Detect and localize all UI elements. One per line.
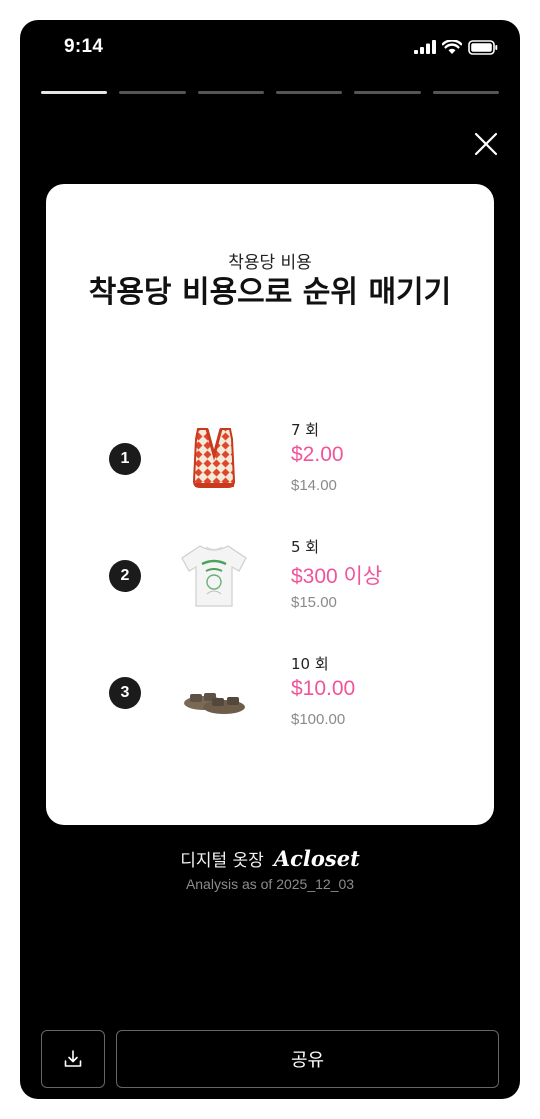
knit-vest-image (192, 428, 236, 488)
status-bar: 9:14 (20, 20, 520, 76)
rank-number: 1 (109, 443, 141, 475)
cost-per-wear: $2.00 (291, 443, 344, 466)
wear-count: 5 회 (291, 538, 320, 556)
progress-segment (275, 91, 343, 94)
share-button[interactable]: 공유 (116, 1030, 499, 1088)
rank-item[interactable]: 2 5 회 $300 이상 $15.00 (46, 536, 494, 616)
item-price: $14.00 (291, 477, 337, 494)
progress-segment (432, 91, 499, 94)
download-icon (64, 1050, 82, 1067)
progress-segment (197, 91, 264, 94)
download-button[interactable] (41, 1030, 105, 1088)
analysis-date: Analysis as of 2025_12_03 (185, 876, 355, 892)
status-time: 9:14 (64, 36, 104, 57)
graphic-tshirt-image (181, 545, 247, 607)
brand-label: 디지털 옷장 (180, 851, 264, 871)
progress-segment (354, 91, 421, 94)
wear-count: 10 회 (291, 655, 329, 673)
wear-count: 7 회 (291, 421, 320, 439)
progress-segment (119, 91, 186, 94)
cost-per-wear: $10.00 (291, 677, 356, 700)
battery-icon (468, 39, 498, 55)
brand-line: 디지털 옷장 Acloset (20, 846, 520, 872)
rank-number: 2 (109, 560, 141, 592)
card-title: 착용당 비용으로 순위 매기기 (88, 275, 452, 310)
brand-logo: Acloset (273, 846, 360, 871)
rank-number: 3 (109, 677, 141, 709)
signal-icon (414, 40, 436, 54)
close-button[interactable] (468, 126, 504, 162)
phone-screen: 9:14 착용당 비용 착용당 비용으로 순위 매기기 1 7 회 $2.00 … (20, 20, 520, 1099)
item-price: $15.00 (291, 594, 337, 611)
story-progress (41, 91, 499, 94)
progress-segment (41, 91, 108, 94)
ranking-card: 착용당 비용 착용당 비용으로 순위 매기기 1 7 회 $2.00 $14.0… (46, 184, 494, 825)
card-subtitle: 착용당 비용 (228, 253, 312, 273)
close-icon (474, 132, 498, 156)
rank-item[interactable]: 1 7 회 $2.00 $14.00 (46, 419, 494, 499)
sandals-image (184, 693, 245, 714)
item-price: $100.00 (291, 711, 346, 728)
rank-item[interactable]: 3 10 회 $10.00 $100.00 (46, 653, 494, 733)
status-icons (414, 38, 498, 56)
cost-per-wear: $300 이상 (291, 565, 383, 588)
wifi-icon (442, 39, 462, 54)
